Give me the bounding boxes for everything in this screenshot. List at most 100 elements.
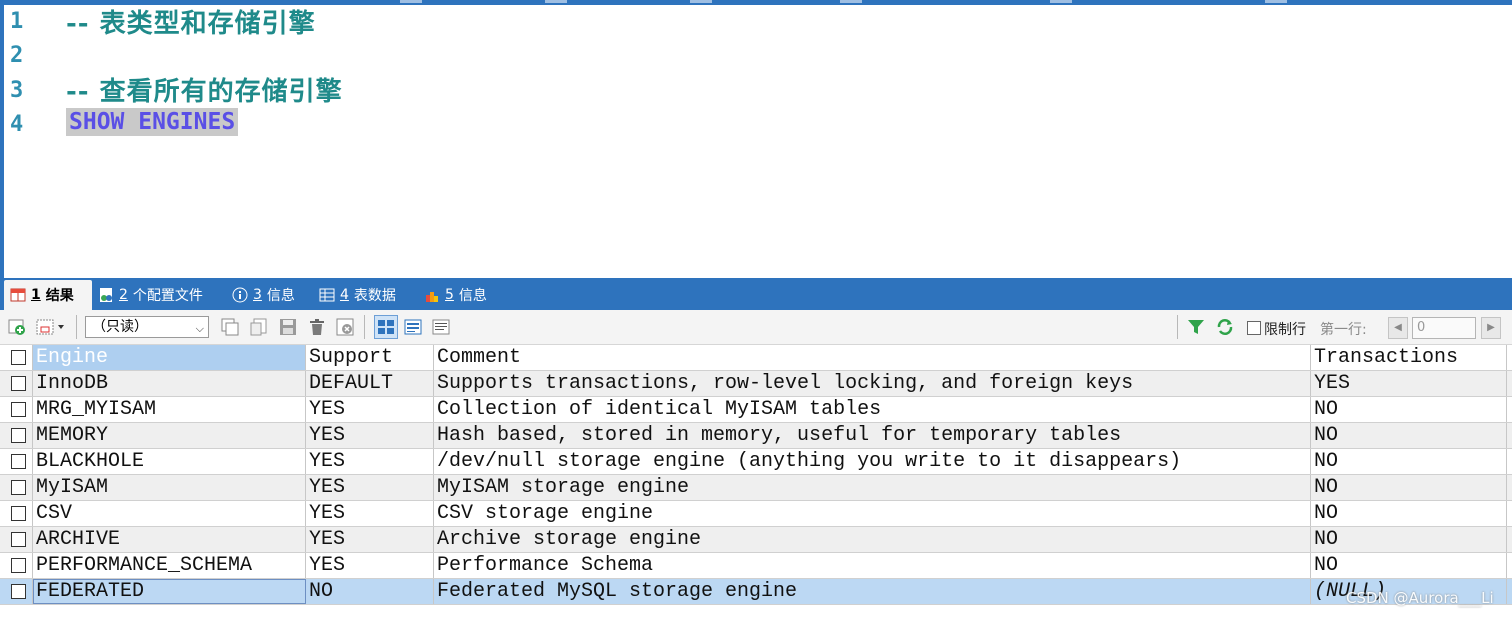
sql-comment-line[interactable]: -- 查看所有的存储引擎	[66, 71, 343, 108]
cell-engine[interactable]: BLACKHOLE	[33, 449, 306, 474]
table-row[interactable]: MRG_MYISAM YES Collection of identical M…	[0, 397, 1512, 423]
cell-transactions[interactable]: NO	[1311, 423, 1507, 448]
tab-label: 信息	[458, 288, 487, 304]
cell-comment[interactable]: /dev/null storage engine (anything you w…	[434, 449, 1311, 474]
result-toolbar: （只读） ⌵ 限制行 第一行: ◀ 0 ▶	[0, 310, 1512, 345]
row-checkbox[interactable]	[11, 376, 26, 391]
table-data-icon	[319, 287, 335, 303]
delete-icon[interactable]	[308, 318, 326, 336]
table-row[interactable]: MyISAM YES MyISAM storage engine NO	[0, 475, 1512, 501]
previous-page-button[interactable]: ◀	[1388, 317, 1408, 339]
cell-transactions[interactable]: NO	[1311, 449, 1507, 474]
cell-transactions[interactable]: YES	[1311, 371, 1507, 396]
first-row-label: 第一行:	[1320, 322, 1367, 338]
row-checkbox[interactable]	[11, 402, 26, 417]
form-view-icon[interactable]	[404, 318, 422, 336]
cell-comment[interactable]: CSV storage engine	[434, 501, 1311, 526]
column-header-support[interactable]: Support	[306, 345, 434, 370]
tab-profiles[interactable]: 2 个配置文件	[92, 280, 209, 310]
row-checkbox[interactable]	[11, 584, 26, 599]
sql-editor[interactable]: 1 -- 表类型和存储引擎 2 3 -- 查看所有的存储引擎 4 SHOW EN…	[4, 5, 1512, 277]
line-number: 4	[10, 112, 24, 137]
table-row[interactable]: CSV YES CSV storage engine NO	[0, 501, 1512, 527]
info-bars-icon	[424, 287, 440, 303]
table-row[interactable]: ARCHIVE YES Archive storage engine NO	[0, 527, 1512, 553]
cell-transactions[interactable]: NO	[1311, 527, 1507, 552]
row-checkbox[interactable]	[11, 428, 26, 443]
row-checkbox[interactable]	[11, 558, 26, 573]
limit-rows-checkbox[interactable]	[1247, 321, 1261, 335]
cell-support[interactable]: YES	[306, 501, 434, 526]
table-row[interactable]: BLACKHOLE YES /dev/null storage engine (…	[0, 449, 1512, 475]
line-number: 2	[10, 43, 24, 68]
tab-label: 结果	[45, 288, 74, 304]
tab-info-2[interactable]: 5 信息	[418, 280, 493, 310]
table-row-selected[interactable]: FEDERATED NO Federated MySQL storage eng…	[0, 579, 1512, 605]
chevron-down-icon: ⌵	[195, 322, 204, 335]
cell-support[interactable]: YES	[306, 449, 434, 474]
cell-engine[interactable]: MyISAM	[33, 475, 306, 500]
tab-label: 信息	[266, 288, 295, 304]
cell-engine[interactable]: MEMORY	[33, 423, 306, 448]
select-all-checkbox[interactable]	[11, 350, 26, 365]
cell-comment[interactable]: MyISAM storage engine	[434, 475, 1311, 500]
row-checkbox[interactable]	[11, 454, 26, 469]
cell-support[interactable]: YES	[306, 397, 434, 422]
tab-label: 表数据	[353, 288, 396, 304]
cell-transactions[interactable]: NO	[1311, 553, 1507, 578]
cell-support[interactable]: YES	[306, 475, 434, 500]
next-page-button[interactable]: ▶	[1481, 317, 1501, 339]
cell-engine[interactable]: MRG_MYISAM	[33, 397, 306, 422]
profile-icon	[98, 287, 114, 303]
cell-engine[interactable]: InnoDB	[33, 371, 306, 396]
column-header-engine[interactable]: Engine	[33, 345, 306, 370]
column-header-transactions[interactable]: Transactions	[1311, 345, 1507, 370]
cell-engine[interactable]: PERFORMANCE_SCHEMA	[33, 553, 306, 578]
cell-comment[interactable]: Supports transactions, row-level locking…	[434, 371, 1311, 396]
cell-comment[interactable]: Collection of identical MyISAM tables	[434, 397, 1311, 422]
grid-view-icon[interactable]	[374, 315, 398, 339]
result-grid[interactable]: Engine Support Comment Transactions Inno…	[0, 345, 1512, 619]
cell-support[interactable]: YES	[306, 553, 434, 578]
result-grid-icon	[10, 287, 26, 303]
tab-info[interactable]: 3 信息	[226, 280, 301, 310]
cancel-changes-icon[interactable]	[336, 318, 354, 336]
cell-support[interactable]: YES	[306, 423, 434, 448]
tab-results[interactable]: 1 结果	[4, 280, 92, 310]
cell-transactions[interactable]: NO	[1311, 475, 1507, 500]
cell-comment[interactable]: Hash based, stored in memory, useful for…	[434, 423, 1311, 448]
read-only-mode-select[interactable]: （只读） ⌵	[85, 316, 209, 338]
row-checkbox[interactable]	[11, 480, 26, 495]
text-view-icon[interactable]	[432, 318, 450, 336]
cell-support[interactable]: NO	[306, 579, 434, 604]
column-header-comment[interactable]: Comment	[434, 345, 1311, 370]
row-checkbox[interactable]	[11, 532, 26, 547]
cell-engine[interactable]: FEDERATED	[33, 579, 306, 604]
cell-support[interactable]: DEFAULT	[306, 371, 434, 396]
grid-header: Engine Support Comment Transactions	[0, 345, 1512, 371]
filter-icon[interactable]	[1187, 318, 1205, 336]
save-icon[interactable]	[279, 318, 297, 336]
duplicate-row-icon[interactable]	[221, 318, 239, 336]
row-checkbox[interactable]	[11, 506, 26, 521]
cell-engine[interactable]: ARCHIVE	[33, 527, 306, 552]
cell-comment[interactable]: Archive storage engine	[434, 527, 1311, 552]
first-row-input[interactable]: 0	[1412, 317, 1476, 339]
cell-comment[interactable]: Performance Schema	[434, 553, 1311, 578]
tab-table-data[interactable]: 4 表数据	[313, 280, 402, 310]
table-row[interactable]: MEMORY YES Hash based, stored in memory,…	[0, 423, 1512, 449]
refresh-icon[interactable]	[1216, 318, 1234, 336]
cell-support[interactable]: YES	[306, 527, 434, 552]
export-dropdown-icon[interactable]	[36, 318, 66, 336]
cell-comment[interactable]: Federated MySQL storage engine	[434, 579, 1311, 604]
copy-row-icon[interactable]	[250, 318, 268, 336]
cell-transactions[interactable]: NO	[1311, 501, 1507, 526]
table-row[interactable]: InnoDB DEFAULT Supports transactions, ro…	[0, 371, 1512, 397]
cell-engine[interactable]: CSV	[33, 501, 306, 526]
cell-transactions[interactable]: NO	[1311, 397, 1507, 422]
table-row[interactable]: PERFORMANCE_SCHEMA YES Performance Schem…	[0, 553, 1512, 579]
sql-comment-line[interactable]: -- 表类型和存储引擎	[66, 3, 316, 40]
line-number: 3	[10, 78, 24, 103]
add-row-icon[interactable]	[8, 318, 26, 336]
sql-statement-selected[interactable]: SHOW ENGINES	[66, 108, 239, 136]
